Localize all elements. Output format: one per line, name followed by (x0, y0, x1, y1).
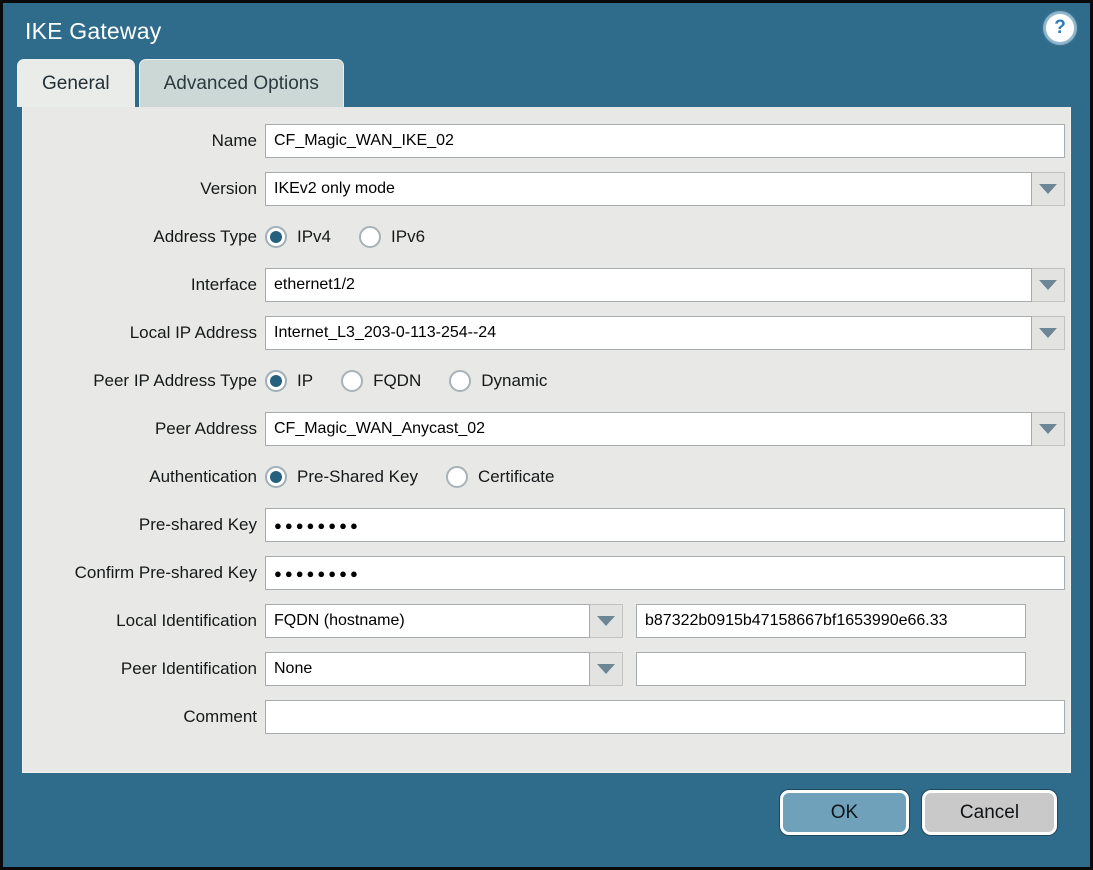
peer-identification-type-select[interactable]: None (265, 652, 590, 686)
tab-bar: General Advanced Options (3, 59, 1090, 107)
local-ip-address-select[interactable]: Internet_L3_203-0-113-254--24 (265, 316, 1032, 350)
radio-icon[interactable] (359, 226, 381, 248)
ike-gateway-dialog: IKE Gateway ? General Advanced Options N… (0, 0, 1093, 870)
peer-identification-value-input[interactable] (636, 652, 1026, 686)
confirm-pre-shared-key-row: Confirm Pre-shared Key ●●●●●●●● (23, 556, 1070, 590)
local-identification-row: Local Identification FQDN (hostname) b87… (23, 604, 1070, 638)
peer-ip-type-dynamic-option[interactable]: Dynamic (449, 370, 547, 392)
version-dropdown-button[interactable] (1032, 172, 1065, 206)
radio-icon[interactable] (449, 370, 471, 392)
address-type-label: Address Type (23, 227, 257, 247)
confirm-pre-shared-key-input[interactable]: ●●●●●●●● (265, 556, 1065, 590)
peer-address-select[interactable]: CF_Magic_WAN_Anycast_02 (265, 412, 1032, 446)
peer-ip-type-ip-option[interactable]: IP (265, 370, 313, 392)
local-identification-dropdown-button[interactable] (590, 604, 623, 638)
peer-ip-address-type-label: Peer IP Address Type (23, 371, 257, 391)
interface-select[interactable]: ethernet1/2 (265, 268, 1032, 302)
address-type-ipv6-option[interactable]: IPv6 (359, 226, 425, 248)
chevron-down-icon (1039, 424, 1057, 434)
chevron-down-icon (1039, 280, 1057, 290)
peer-address-row: Peer Address CF_Magic_WAN_Anycast_02 (23, 412, 1070, 446)
cancel-button[interactable]: Cancel (922, 790, 1057, 835)
dialog-title: IKE Gateway (25, 18, 161, 45)
pre-shared-key-input[interactable]: ●●●●●●●● (265, 508, 1065, 542)
radio-label: IP (297, 371, 313, 391)
auth-pre-shared-key-option[interactable]: Pre-Shared Key (265, 466, 418, 488)
peer-ip-address-type-row: Peer IP Address Type IP FQDN Dynamic (23, 364, 1070, 398)
authentication-row: Authentication Pre-Shared Key Certificat… (23, 460, 1070, 494)
peer-ip-type-fqdn-option[interactable]: FQDN (341, 370, 421, 392)
tab-general[interactable]: General (17, 59, 135, 107)
radio-label: IPv4 (297, 227, 331, 247)
auth-certificate-option[interactable]: Certificate (446, 466, 555, 488)
radio-icon[interactable] (265, 226, 287, 248)
name-row: Name CF_Magic_WAN_IKE_02 (23, 124, 1070, 158)
local-ip-address-dropdown-button[interactable] (1032, 316, 1065, 350)
chevron-down-icon (1039, 184, 1057, 194)
address-type-row: Address Type IPv4 IPv6 (23, 220, 1070, 254)
address-type-ipv4-option[interactable]: IPv4 (265, 226, 331, 248)
peer-identification-row: Peer Identification None (23, 652, 1070, 686)
radio-label: Certificate (478, 467, 555, 487)
chevron-down-icon (597, 664, 615, 674)
name-input[interactable]: CF_Magic_WAN_IKE_02 (265, 124, 1065, 158)
local-identification-type-select[interactable]: FQDN (hostname) (265, 604, 590, 638)
interface-label: Interface (23, 275, 257, 295)
chevron-down-icon (597, 616, 615, 626)
chevron-down-icon (1039, 328, 1057, 338)
radio-icon[interactable] (341, 370, 363, 392)
confirm-pre-shared-key-label: Confirm Pre-shared Key (23, 563, 257, 583)
local-identification-label: Local Identification (23, 611, 257, 631)
comment-input[interactable] (265, 700, 1065, 734)
version-select[interactable]: IKEv2 only mode (265, 172, 1032, 206)
peer-address-dropdown-button[interactable] (1032, 412, 1065, 446)
general-tab-panel: Name CF_Magic_WAN_IKE_02 Version IKEv2 o… (22, 107, 1071, 773)
dialog-footer: OK Cancel (3, 790, 1090, 835)
local-identification-value-input[interactable]: b87322b0915b47158667bf1653990e66.33 (636, 604, 1026, 638)
help-icon[interactable]: ? (1046, 14, 1074, 42)
comment-label: Comment (23, 707, 257, 727)
pre-shared-key-label: Pre-shared Key (23, 515, 257, 535)
authentication-label: Authentication (23, 467, 257, 487)
local-ip-address-row: Local IP Address Internet_L3_203-0-113-2… (23, 316, 1070, 350)
radio-label: IPv6 (391, 227, 425, 247)
peer-address-label: Peer Address (23, 419, 257, 439)
radio-label: FQDN (373, 371, 421, 391)
name-label: Name (23, 131, 257, 151)
titlebar: IKE Gateway ? (3, 3, 1090, 59)
local-ip-address-label: Local IP Address (23, 323, 257, 343)
version-label: Version (23, 179, 257, 199)
tab-advanced-options[interactable]: Advanced Options (139, 59, 344, 107)
radio-icon[interactable] (265, 370, 287, 392)
peer-identification-dropdown-button[interactable] (590, 652, 623, 686)
radio-icon[interactable] (265, 466, 287, 488)
radio-label: Pre-Shared Key (297, 467, 418, 487)
peer-identification-label: Peer Identification (23, 659, 257, 679)
radio-icon[interactable] (446, 466, 468, 488)
radio-label: Dynamic (481, 371, 547, 391)
interface-dropdown-button[interactable] (1032, 268, 1065, 302)
interface-row: Interface ethernet1/2 (23, 268, 1070, 302)
ok-button[interactable]: OK (780, 790, 909, 835)
comment-row: Comment (23, 700, 1070, 734)
version-row: Version IKEv2 only mode (23, 172, 1070, 206)
pre-shared-key-row: Pre-shared Key ●●●●●●●● (23, 508, 1070, 542)
